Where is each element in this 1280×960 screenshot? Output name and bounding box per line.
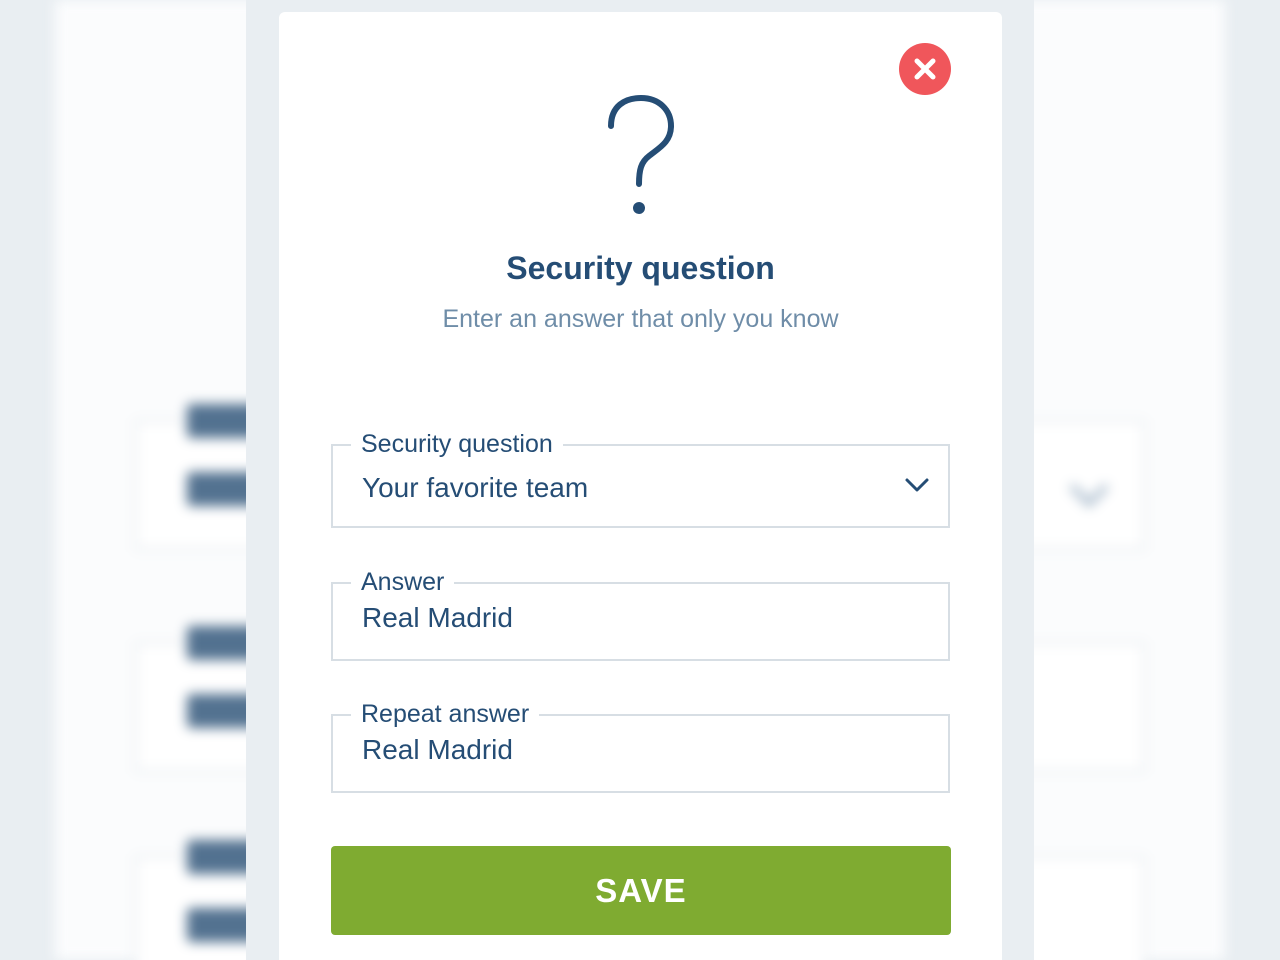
security-question-value: Your favorite team — [362, 472, 589, 503]
answer-input[interactable] — [362, 602, 882, 634]
answer-field: Answer — [331, 567, 950, 661]
repeat-answer-input[interactable] — [362, 734, 882, 766]
security-question-modal: Security question Enter an answer that o… — [279, 12, 1002, 960]
save-button[interactable]: SAVE — [331, 846, 951, 935]
security-question-label: Security question — [351, 429, 563, 459]
modal-subtitle: Enter an answer that only you know — [442, 305, 839, 333]
close-button[interactable] — [899, 43, 951, 95]
question-mark-icon — [608, 94, 675, 214]
modal-title: Security question — [506, 250, 775, 286]
repeat-answer-field: Repeat answer — [331, 699, 950, 793]
chevron-down-icon[interactable] — [904, 476, 930, 494]
security-question-select[interactable]: Security question Your favorite team — [331, 429, 950, 528]
answer-label: Answer — [351, 567, 455, 597]
close-x-icon — [914, 58, 936, 80]
background-chevron-icon — [1069, 468, 1109, 508]
repeat-answer-label: Repeat answer — [351, 699, 540, 729]
